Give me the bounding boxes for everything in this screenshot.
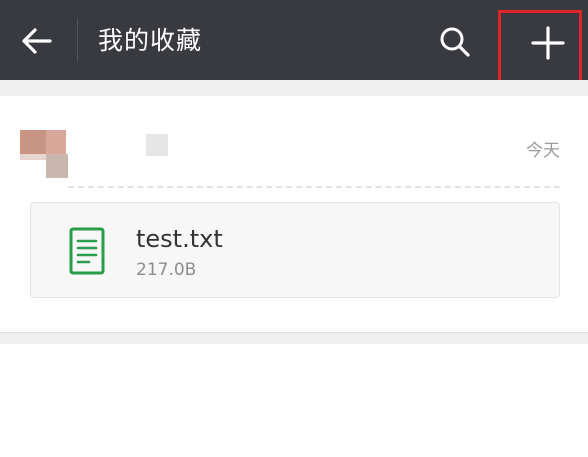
search-button[interactable]: [434, 22, 476, 62]
favorite-date: 今天: [526, 141, 560, 161]
section-gap-bottom: [0, 332, 588, 344]
file-attachment[interactable]: test.txt 217.0B: [30, 202, 560, 298]
top-bar: 我的收藏: [0, 0, 588, 80]
file-size: 217.0B: [136, 260, 197, 280]
header-divider: [77, 18, 78, 62]
add-button[interactable]: [520, 20, 576, 66]
sender-name-blurred: [146, 134, 168, 156]
page-title: 我的收藏: [98, 26, 203, 55]
avatar[interactable]: [20, 130, 72, 178]
text-file-icon: [69, 227, 105, 275]
plus-icon: [531, 26, 565, 60]
file-name: test.txt: [136, 225, 223, 253]
arrow-left-icon: [22, 28, 52, 54]
search-icon: [440, 27, 470, 57]
favorite-item[interactable]: 今天 test.txt 217.0B: [0, 96, 588, 332]
dashed-separator: [68, 186, 560, 188]
section-gap: [0, 80, 588, 96]
back-button[interactable]: [14, 22, 60, 60]
